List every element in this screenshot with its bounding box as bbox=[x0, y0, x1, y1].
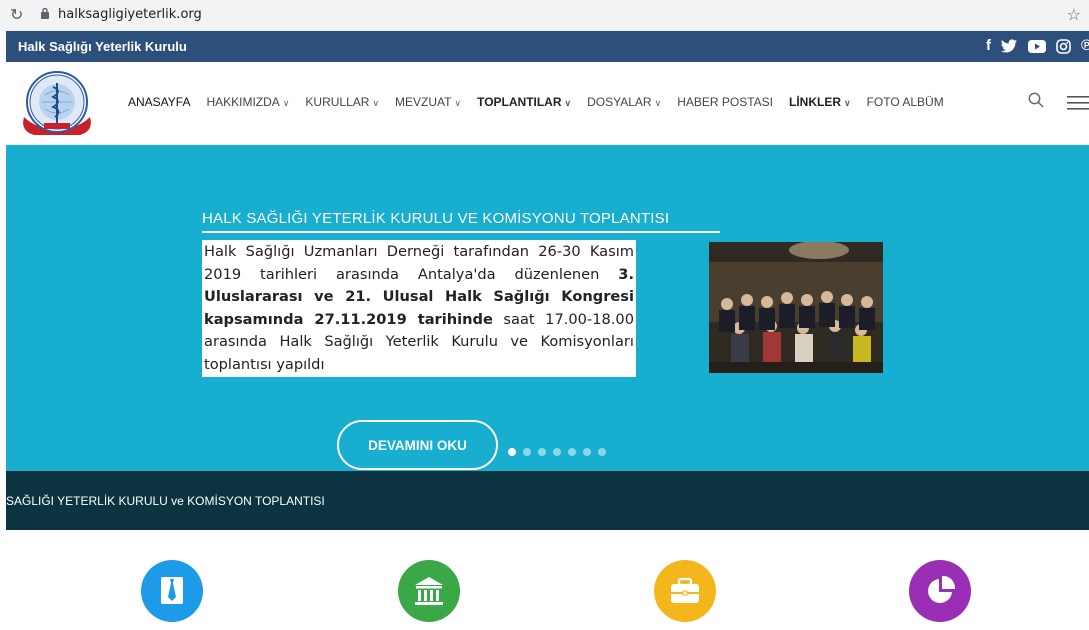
feature-institution-icon[interactable] bbox=[398, 560, 460, 622]
nav-item-toplantilar[interactable]: TOPLANTILAR ∨ bbox=[477, 95, 571, 109]
nav-item-anasayfa[interactable]: ANASAYFA bbox=[128, 95, 190, 109]
top-strip: Halk Sağlığı Yeterlik Kurulu f ℗ bbox=[6, 31, 1089, 62]
slider-dot[interactable] bbox=[598, 448, 606, 456]
youtube-icon[interactable] bbox=[1028, 39, 1046, 53]
nav-label: LİNKLER bbox=[789, 95, 841, 109]
nav-item-dosyalar[interactable]: DOSYALAR ∨ bbox=[587, 95, 661, 109]
social-links: f ℗ bbox=[986, 37, 1089, 55]
chevron-down-icon: ∨ bbox=[454, 98, 462, 108]
slider-dot[interactable] bbox=[538, 448, 546, 456]
site-name: Halk Sağlığı Yeterlik Kurulu bbox=[18, 39, 187, 54]
browser-toolbar: ↻ halksagligiyeterlik.org ☆ bbox=[0, 0, 1089, 31]
nav-label: KURULLAR bbox=[305, 95, 370, 109]
ticker-item[interactable]: SAĞLIĞI YETERLİK KURULU ve KOMİSYON TOPL… bbox=[6, 494, 325, 508]
slide-text: Halk Sağlığı Uzmanları Derneği tarafında… bbox=[202, 240, 636, 377]
address-bar[interactable]: halksagligiyeterlik.org bbox=[58, 7, 202, 22]
main-navigation: ANASAYFA HAKKIMIZDA ∨ KURULLAR ∨ MEVZUAT ∨ … bbox=[6, 62, 1089, 145]
nav-item-foto-album[interactable]: FOTO ALBÜM bbox=[867, 95, 944, 109]
nav-label: HAKKIMIZDA bbox=[206, 95, 280, 109]
title-underline bbox=[202, 231, 720, 233]
nav-item-hakkimizda[interactable]: HAKKIMIZDA ∨ bbox=[206, 95, 289, 109]
slider-dot[interactable] bbox=[508, 448, 516, 456]
slider-dot[interactable] bbox=[568, 448, 576, 456]
news-ticker: SAĞLIĞI YETERLİK KURULU ve KOMİSYON TOPL… bbox=[6, 471, 1089, 530]
nav-label: FOTO ALBÜM bbox=[866, 95, 944, 109]
hasuder-logo[interactable] bbox=[18, 65, 96, 143]
facebook-icon[interactable]: f bbox=[986, 37, 991, 55]
feature-pie-chart-icon[interactable] bbox=[909, 560, 971, 622]
chevron-down-icon: ∨ bbox=[372, 98, 380, 108]
pinterest-icon[interactable]: ℗ bbox=[1081, 37, 1089, 55]
instagram-icon[interactable] bbox=[1056, 38, 1071, 54]
read-more-button[interactable]: DEVAMINI OKU bbox=[337, 420, 498, 470]
nav-item-haber-postasi[interactable]: HABER POSTASI bbox=[677, 95, 773, 109]
chevron-down-icon: ∨ bbox=[564, 98, 572, 108]
chevron-down-icon: ∨ bbox=[654, 98, 662, 108]
lock-icon[interactable] bbox=[40, 7, 50, 19]
bookmark-star-icon[interactable]: ☆ bbox=[1067, 5, 1081, 25]
slider-dot[interactable] bbox=[523, 448, 531, 456]
meeting-photo bbox=[709, 242, 883, 373]
slider-dot[interactable] bbox=[553, 448, 561, 456]
slider-dot[interactable] bbox=[583, 448, 591, 456]
chevron-down-icon: ∨ bbox=[844, 98, 851, 108]
nav-item-linkler[interactable]: LİNKLER ∨ bbox=[789, 95, 851, 109]
slider-pagination bbox=[508, 448, 606, 456]
menu-bar: ANASAYFA HAKKIMIZDA ∨ KURULLAR ∨ MEVZUAT ∨ … bbox=[128, 95, 960, 109]
slide-title[interactable]: HALK SAĞLIĞI YETERLİK KURULU VE KOMİSYON… bbox=[202, 210, 669, 227]
chevron-down-icon: ∨ bbox=[282, 98, 290, 108]
twitter-icon[interactable] bbox=[1001, 39, 1018, 53]
nav-label: MEVZUAT bbox=[395, 95, 452, 109]
nav-label: HABER POSTASI bbox=[677, 95, 773, 109]
slide-text-part: Halk Sağlığı Uzmanları Derneği tarafında… bbox=[204, 243, 634, 283]
nav-label: DOSYALAR bbox=[587, 95, 652, 109]
nav-label: TOPLANTILAR bbox=[477, 95, 562, 109]
search-icon[interactable] bbox=[1028, 92, 1044, 108]
feature-briefcase-icon[interactable] bbox=[654, 560, 716, 622]
nav-item-kurullar[interactable]: KURULLAR ∨ bbox=[305, 95, 379, 109]
hamburger-menu-icon[interactable] bbox=[1067, 96, 1089, 110]
feature-tie-icon[interactable] bbox=[141, 560, 203, 622]
nav-label: ANASAYFA bbox=[128, 95, 191, 109]
nav-item-mevzuat[interactable]: MEVZUAT ∨ bbox=[395, 95, 461, 109]
hero-slider: HALK SAĞLIĞI YETERLİK KURULU VE KOMİSYON… bbox=[6, 145, 1089, 471]
reload-icon[interactable]: ↻ bbox=[10, 5, 23, 25]
